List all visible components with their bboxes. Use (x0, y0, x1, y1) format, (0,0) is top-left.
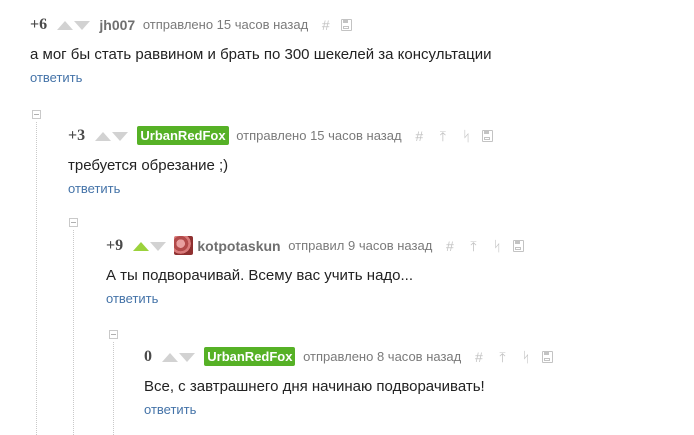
parent-comment-icon[interactable]: ⤒ (468, 235, 480, 257)
reply-link[interactable]: ответить (144, 402, 196, 417)
reply-link[interactable]: ответить (68, 181, 120, 196)
vote-controls (161, 346, 195, 368)
comment-rating: +3 (68, 126, 86, 144)
downvote-icon[interactable] (149, 241, 166, 251)
comment-timestamp[interactable]: отправлено 15 часов назад (143, 14, 308, 36)
collapse-toggle-icon[interactable] (32, 110, 41, 119)
comment-header: +6 jh007 отправлено 15 часов назад # (30, 13, 491, 35)
show-branch-icon[interactable]: ᛋ (520, 346, 532, 368)
save-icon[interactable] (341, 18, 353, 31)
permalink-icon[interactable]: # (413, 125, 425, 147)
comment: +3 UrbanRedFox отправлено 15 часов назад… (68, 124, 494, 198)
comment-author[interactable]: UrbanRedFox (204, 347, 296, 367)
comment-text: а мог бы стать раввином и брать по 300 ш… (30, 46, 492, 63)
comment-timestamp[interactable]: отправлено 8 часов назад (303, 346, 461, 368)
comment-rating: +9 (106, 236, 124, 254)
comment-header: 0 UrbanRedFox отправлено 8 часов назад #… (144, 345, 553, 367)
reply-link[interactable]: ответить (106, 291, 158, 306)
comment-rating: 0 (144, 347, 152, 365)
parent-comment-icon[interactable]: ⤒ (437, 125, 449, 147)
thread-line (73, 230, 74, 435)
avatar[interactable] (174, 236, 194, 256)
comment-header: +9 kotpotaskun отправил 9 часов назад # … (106, 234, 524, 256)
comment: 0 UrbanRedFox отправлено 8 часов назад #… (144, 345, 553, 419)
vote-controls (132, 235, 166, 257)
permalink-icon[interactable]: # (320, 14, 332, 36)
comments-thread: +6 jh007 отправлено 15 часов назад # а м… (0, 0, 694, 435)
permalink-icon[interactable]: # (473, 346, 485, 368)
comment-text: требуется обрезание ;) (68, 157, 229, 174)
save-icon[interactable] (482, 129, 494, 142)
save-icon[interactable] (541, 350, 553, 363)
vote-controls (94, 125, 128, 147)
downvote-icon[interactable] (111, 131, 128, 141)
vote-controls (56, 14, 90, 36)
comment-author[interactable]: kotpotaskun (197, 235, 280, 257)
comment-rating: +6 (30, 15, 48, 33)
reply-link[interactable]: ответить (30, 70, 82, 85)
downvote-icon[interactable] (73, 20, 90, 30)
permalink-icon[interactable]: # (444, 235, 456, 257)
show-branch-icon[interactable]: ᛋ (460, 125, 472, 147)
show-branch-icon[interactable]: ᛋ (491, 235, 503, 257)
comment-header: +3 UrbanRedFox отправлено 15 часов назад… (68, 124, 494, 147)
downvote-icon[interactable] (178, 352, 195, 362)
upvote-icon[interactable] (94, 131, 111, 141)
upvote-icon[interactable] (161, 352, 178, 362)
parent-comment-icon[interactable]: ⤒ (496, 346, 508, 368)
comment: +9 kotpotaskun отправил 9 часов назад # … (106, 234, 524, 308)
comment-timestamp[interactable]: отправил 9 часов назад (288, 235, 432, 257)
collapse-toggle-icon[interactable] (69, 218, 78, 227)
upvote-icon[interactable] (132, 241, 149, 251)
comment-timestamp[interactable]: отправлено 15 часов назад (236, 125, 401, 147)
save-icon[interactable] (512, 239, 524, 252)
thread-line (36, 122, 37, 435)
comment: +6 jh007 отправлено 15 часов назад # а м… (30, 13, 491, 87)
comment-author[interactable]: jh007 (99, 14, 135, 36)
comment-text: Все, с завтрашнего дня начинаю подворачи… (144, 378, 485, 395)
upvote-icon[interactable] (56, 20, 73, 30)
collapse-toggle-icon[interactable] (109, 330, 118, 339)
comment-text: А ты подворачивай. Всему вас учить надо.… (106, 267, 414, 284)
thread-line (113, 342, 114, 435)
comment-author[interactable]: UrbanRedFox (137, 126, 229, 146)
